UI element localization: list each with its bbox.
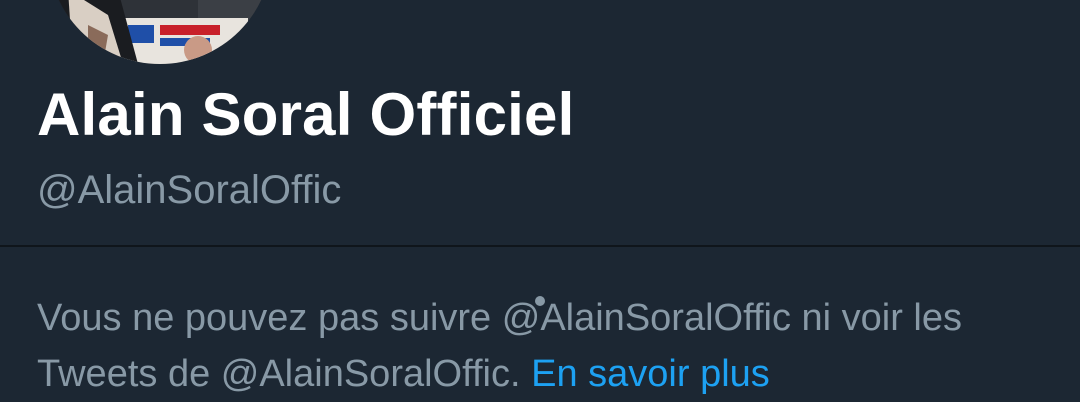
blocked-notice: Vous ne pouvez pas suivre @AlainSoralOff… xyxy=(37,290,1057,402)
learn-more-link[interactable]: En savoir plus xyxy=(531,353,770,395)
section-divider xyxy=(0,245,1080,247)
profile-avatar[interactable] xyxy=(48,0,272,64)
notice-line-1: Vous ne pouvez pas suivre @AlainSoralOff… xyxy=(37,297,963,339)
profile-name: Alain Soral Officiel xyxy=(37,81,575,148)
profile-handle: @AlainSoralOffic xyxy=(37,168,342,212)
avatar-photo xyxy=(48,0,272,64)
notice-line-2: Tweets de @AlainSoralOffic. xyxy=(37,353,521,395)
scroll-indicator-dot xyxy=(535,296,545,306)
